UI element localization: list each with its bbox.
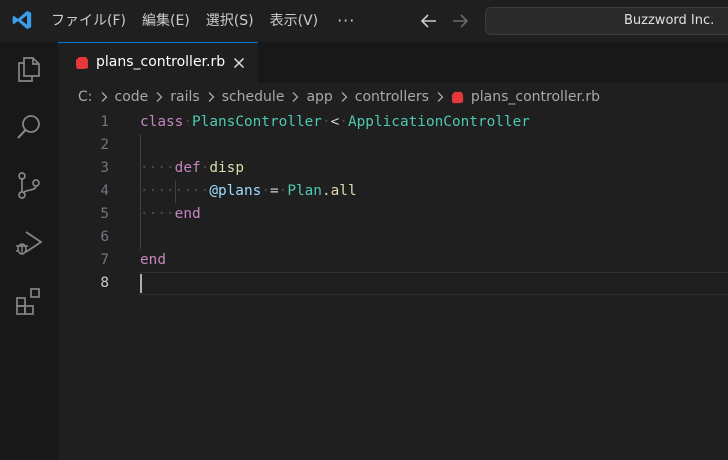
breadcrumb-item[interactable]: code [115,89,149,105]
vscode-logo-icon[interactable] [11,9,33,31]
chevron-right-icon [96,89,112,105]
ruby-file-icon [451,91,464,104]
code-line[interactable]: 5 ····end [58,203,728,226]
code-token: def [174,160,201,176]
code-token: < [330,114,340,130]
line-number: 4 [100,183,109,199]
line-number: 1 [100,114,109,130]
editor-tabs: plans_controller.rb [58,42,728,83]
code-line[interactable]: 6 [58,226,728,249]
tab-label: plans_controller.rb [96,54,226,70]
run-debug-icon[interactable] [14,228,44,258]
close-icon[interactable] [231,55,247,71]
code-line[interactable]: 7 end [58,249,728,272]
activity-bar [0,42,58,460]
line-number: 8 [100,275,109,291]
tab-plans-controller[interactable]: plans_controller.rb [58,42,258,83]
breadcrumb: C: code rails schedule app controllers plans_c… [58,83,728,111]
code-token: end [140,252,166,268]
code-line[interactable]: 8 [58,272,728,295]
breadcrumb-item[interactable]: controllers [355,89,429,105]
code-token: all [330,183,357,199]
explorer-icon[interactable] [14,54,44,84]
breadcrumb-file[interactable]: plans_controller.rb [471,89,600,105]
chevron-right-icon [203,89,219,105]
menu-edit[interactable]: 編集(E) [135,0,199,42]
menu-file[interactable]: ファイル(F) [44,0,135,42]
code-token: end [174,206,201,222]
source-control-icon[interactable] [14,170,44,200]
code-text: class·PlansController·<·ApplicationContr… [140,111,530,134]
code-token: ···· [140,160,175,176]
code-line[interactable]: 1 class·PlansController·<·ApplicationCont… [58,111,728,134]
code-token: disp [209,160,244,176]
code-token: = [269,183,279,199]
code-line[interactable]: 4········@plans·=·Plan.all [58,180,728,203]
chevron-right-icon [151,89,167,105]
code-line[interactable]: 2 [58,134,728,157]
workspace-title: Buzzword Inc. [624,13,715,28]
chevron-right-icon [336,89,352,105]
chevron-right-icon [287,89,303,105]
indent-guide [174,180,176,203]
code-token: · [278,183,288,199]
code-token: · [183,114,192,130]
extensions-icon[interactable] [14,286,44,316]
ruby-file-icon [76,57,88,69]
line-number: 7 [100,252,109,268]
breadcrumb-item[interactable]: rails [170,89,199,105]
line-number: 6 [100,229,109,245]
breadcrumb-item[interactable]: C: [78,89,93,105]
menu-more-button[interactable]: ··· [327,1,365,41]
code-token: class [140,114,184,130]
code-token: PlansController [192,114,322,130]
code-token: · [261,183,270,199]
code-token: ApplicationController [347,114,530,130]
arrow-right-icon[interactable] [449,10,471,32]
breadcrumb-item[interactable]: schedule [222,89,285,105]
line-number: 2 [100,137,109,153]
menu-bar: ファイル(F) 編集(E) 選択(S) 表示(V) ··· [44,0,365,42]
search-icon[interactable] [14,112,44,142]
indent-guide [140,134,141,249]
code-token: @plans [209,183,262,199]
title-bar: ファイル(F) 編集(E) 選択(S) 表示(V) ··· Buzzword I… [0,0,728,42]
code-line[interactable]: 3 ····def·disp [58,157,728,180]
arrow-left-icon[interactable] [418,10,440,32]
code-text: ····end [140,203,201,226]
command-center-search[interactable]: Buzzword Inc. [485,7,728,35]
menu-view[interactable]: 表示(V) [263,0,328,42]
code-token: · [321,114,331,130]
chevron-right-icon [432,89,448,105]
code-text: ····def·disp [140,157,244,180]
code-text: end [140,249,166,272]
code-token: · [339,114,348,130]
line-number: 3 [100,160,109,176]
code-token: . [321,183,331,199]
menu-selection[interactable]: 選択(S) [199,0,263,42]
text-cursor [140,274,142,293]
current-line-highlight [139,272,728,295]
code-token: Plan [287,183,322,199]
breadcrumb-item[interactable]: app [306,89,332,105]
code-token: ···· [140,206,175,222]
line-number: 5 [100,206,109,222]
code-editor[interactable]: 1 class·PlansController·<·ApplicationCont… [58,111,728,460]
code-text: ········@plans·=·Plan.all [140,180,357,203]
